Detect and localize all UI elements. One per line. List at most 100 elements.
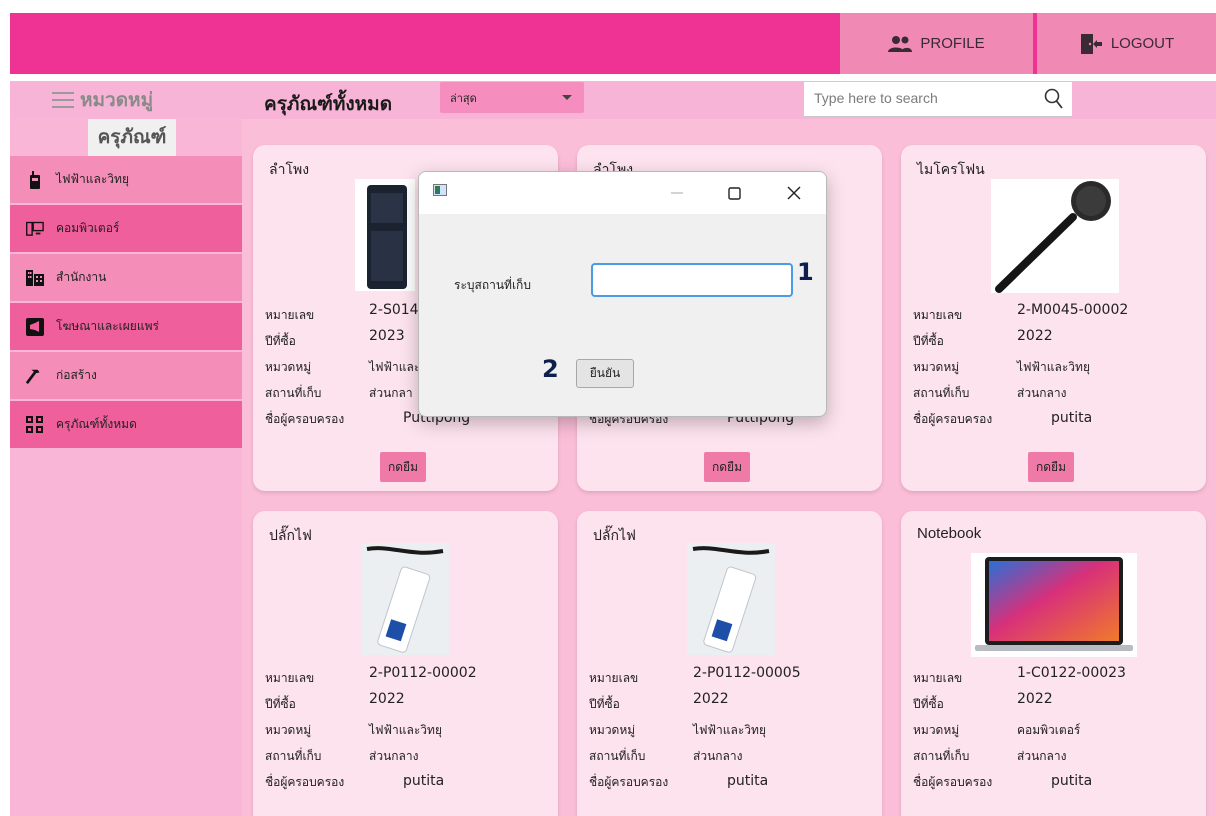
minimize-icon xyxy=(671,192,683,194)
owner-value: putita xyxy=(403,773,445,789)
sidebar-item-label: ครุภัณฑ์ทั้งหมด xyxy=(56,417,137,431)
power-strip-image xyxy=(687,543,775,655)
owner-label: ชื่อผู้ครอบครอง xyxy=(589,775,669,789)
number-value: 2-P0112-00002 xyxy=(369,665,477,681)
location-label: สถานที่เก็บ xyxy=(589,749,646,763)
card-row-number: หมายเลข 2-P0112-00002 xyxy=(265,665,555,689)
location-label: สถานที่เก็บ xyxy=(913,386,970,400)
category-value: ไฟฟ้าและวิทยุ xyxy=(693,723,766,737)
grid-icon xyxy=(26,415,44,434)
minimize-button[interactable] xyxy=(662,178,692,208)
location-dialog: ระบุสถานที่เก็บ ยืนยัน xyxy=(418,171,827,417)
year-value: 2022 xyxy=(693,691,729,707)
year-value: 2023 xyxy=(369,328,405,344)
borrow-button[interactable]: กดยืม xyxy=(1028,452,1074,482)
profile-label: PROFILE xyxy=(920,35,985,52)
location-label: สถานที่เก็บ xyxy=(265,386,322,400)
category-label: หมวดหมู่ xyxy=(589,723,636,737)
dialog-titlebar xyxy=(419,172,826,214)
owner-value: putita xyxy=(1051,410,1093,426)
owner-label: ชื่อผู้ครอบครอง xyxy=(265,775,345,789)
sidebar-item-electrical[interactable]: ไฟฟ้าและวิทยุ xyxy=(10,156,242,203)
category-menu-toggle[interactable]: หมวดหมู่ xyxy=(10,81,242,119)
card-row-category: หมวดหมู่ ไฟฟ้าและวิทยุ xyxy=(265,717,555,741)
borrow-button[interactable]: กดยืม xyxy=(704,452,750,482)
microphone-image xyxy=(991,179,1119,293)
step-marker-2: 2 xyxy=(542,355,559,383)
equipment-card[interactable]: ไมโครโฟน หมายเลข 2-M0045-00002 ปีที่ซื้อ 2… xyxy=(901,145,1206,491)
number-label: หมายเลข xyxy=(589,671,639,685)
number-label: หมายเลข xyxy=(265,671,315,685)
year-label: ปีที่ซื้อ xyxy=(913,334,944,348)
equipment-card[interactable]: ปลั๊กไฟ หมายเลข 2-P0112-00002 ปีที่ซื้อ 20… xyxy=(253,511,558,816)
sidebar-section-title: ครุภัณฑ์ xyxy=(88,119,176,157)
card-title: ปลั๊กไฟ xyxy=(269,528,312,544)
year-value: 2022 xyxy=(1017,691,1053,707)
maximize-icon xyxy=(727,186,741,200)
close-icon xyxy=(787,186,801,200)
owner-value: putita xyxy=(727,773,769,789)
laptop-image xyxy=(971,553,1137,657)
people-icon xyxy=(888,35,913,53)
location-value: ส่วนกลาง xyxy=(693,749,743,763)
location-value: ส่วนกลาง xyxy=(1017,749,1067,763)
maximize-button[interactable] xyxy=(719,178,749,208)
card-row-location: สถานที่เก็บ ส่วนกลาง xyxy=(913,743,1203,767)
speaker-image xyxy=(355,179,415,291)
card-row-year: ปีที่ซื้อ 2022 xyxy=(265,691,555,715)
profile-button[interactable]: PROFILE xyxy=(840,13,1033,74)
number-label: หมายเลข xyxy=(913,671,963,685)
close-button[interactable] xyxy=(779,178,809,208)
owner-value: putita xyxy=(1051,773,1093,789)
search-input[interactable] xyxy=(814,90,1034,106)
equipment-card[interactable]: ปลั๊กไฟ หมายเลข 2-P0112-00005 ปีที่ซื้อ 20… xyxy=(577,511,882,816)
category-label: หมวดหมู่ xyxy=(265,723,312,737)
sidebar-item-label: คอมพิวเตอร์ xyxy=(56,221,120,235)
sidebar-item-all[interactable]: ครุภัณฑ์ทั้งหมด xyxy=(10,401,242,448)
toolbar-main: ครุภัณฑ์ทั้งหมด ล่าสุด xyxy=(242,81,1216,119)
card-row-number: หมายเลข 2-P0112-00005 xyxy=(589,665,879,689)
logout-door-icon xyxy=(1079,33,1103,55)
number-label: หมายเลข xyxy=(265,308,315,322)
number-value: 2-S014 xyxy=(369,302,419,318)
card-row-year: ปีที่ซื้อ 2022 xyxy=(589,691,879,715)
logout-button[interactable]: LOGOUT xyxy=(1037,13,1216,74)
sidebar-item-label: ไฟฟ้าและวิทยุ xyxy=(56,172,129,186)
owner-label: ชื่อผู้ครอบครอง xyxy=(913,412,993,426)
year-value: 2022 xyxy=(369,691,405,707)
sidebar-item-advertising[interactable]: โฆษณาและเผยแพร่ xyxy=(10,303,242,350)
search-icon[interactable] xyxy=(1044,88,1064,114)
building-icon xyxy=(26,269,44,287)
card-title: ปลั๊กไฟ xyxy=(593,528,636,544)
card-row-year: ปีที่ซื้อ 2022 xyxy=(913,328,1203,352)
card-row-year: ปีที่ซื้อ 2022 xyxy=(913,691,1203,715)
equipment-card[interactable]: Notebook หมายเลข 1-C0122-00023 ปีที่ซื้อ 2… xyxy=(901,511,1206,816)
app-icon xyxy=(433,184,447,196)
card-row-number: หมายเลข 2-M0045-00002 xyxy=(913,302,1203,326)
category-label: หมวดหมู่ xyxy=(265,360,312,374)
computer-icon xyxy=(26,220,44,238)
year-value: 2022 xyxy=(1017,328,1053,344)
card-row-owner: ชื่อผู้ครอบครอง putita xyxy=(589,769,879,793)
hamburger-icon xyxy=(52,92,74,108)
sidebar-item-computer[interactable]: คอมพิวเตอร์ xyxy=(10,205,242,252)
walkie-talkie-icon xyxy=(26,170,44,189)
sort-dropdown[interactable]: ล่าสุด xyxy=(440,82,584,113)
card-title: Notebook xyxy=(917,525,982,542)
sidebar-item-construction[interactable]: ก่อสร้าง xyxy=(10,352,242,399)
location-value: ส่วนกลาง xyxy=(369,749,419,763)
search-box xyxy=(804,82,1072,117)
card-title: ไมโครโฟน xyxy=(917,162,985,178)
card-row-number: หมายเลข 1-C0122-00023 xyxy=(913,665,1203,689)
borrow-button[interactable]: กดยืม xyxy=(380,452,426,482)
location-value: ส่วนกลา xyxy=(369,386,413,400)
location-input[interactable] xyxy=(591,263,793,297)
number-label: หมายเลข xyxy=(913,308,963,322)
number-value: 2-M0045-00002 xyxy=(1017,302,1129,318)
sidebar: ครุภัณฑ์ ไฟฟ้าและวิทยุ คอมพิวเตอร์ สำนัก… xyxy=(10,119,242,816)
megaphone-icon xyxy=(26,317,44,336)
year-label: ปีที่ซื้อ xyxy=(589,697,620,711)
confirm-button[interactable]: ยืนยัน xyxy=(576,359,634,388)
sidebar-item-office[interactable]: สำนักงาน xyxy=(10,254,242,301)
sidebar-item-label: โฆษณาและเผยแพร่ xyxy=(56,319,159,333)
